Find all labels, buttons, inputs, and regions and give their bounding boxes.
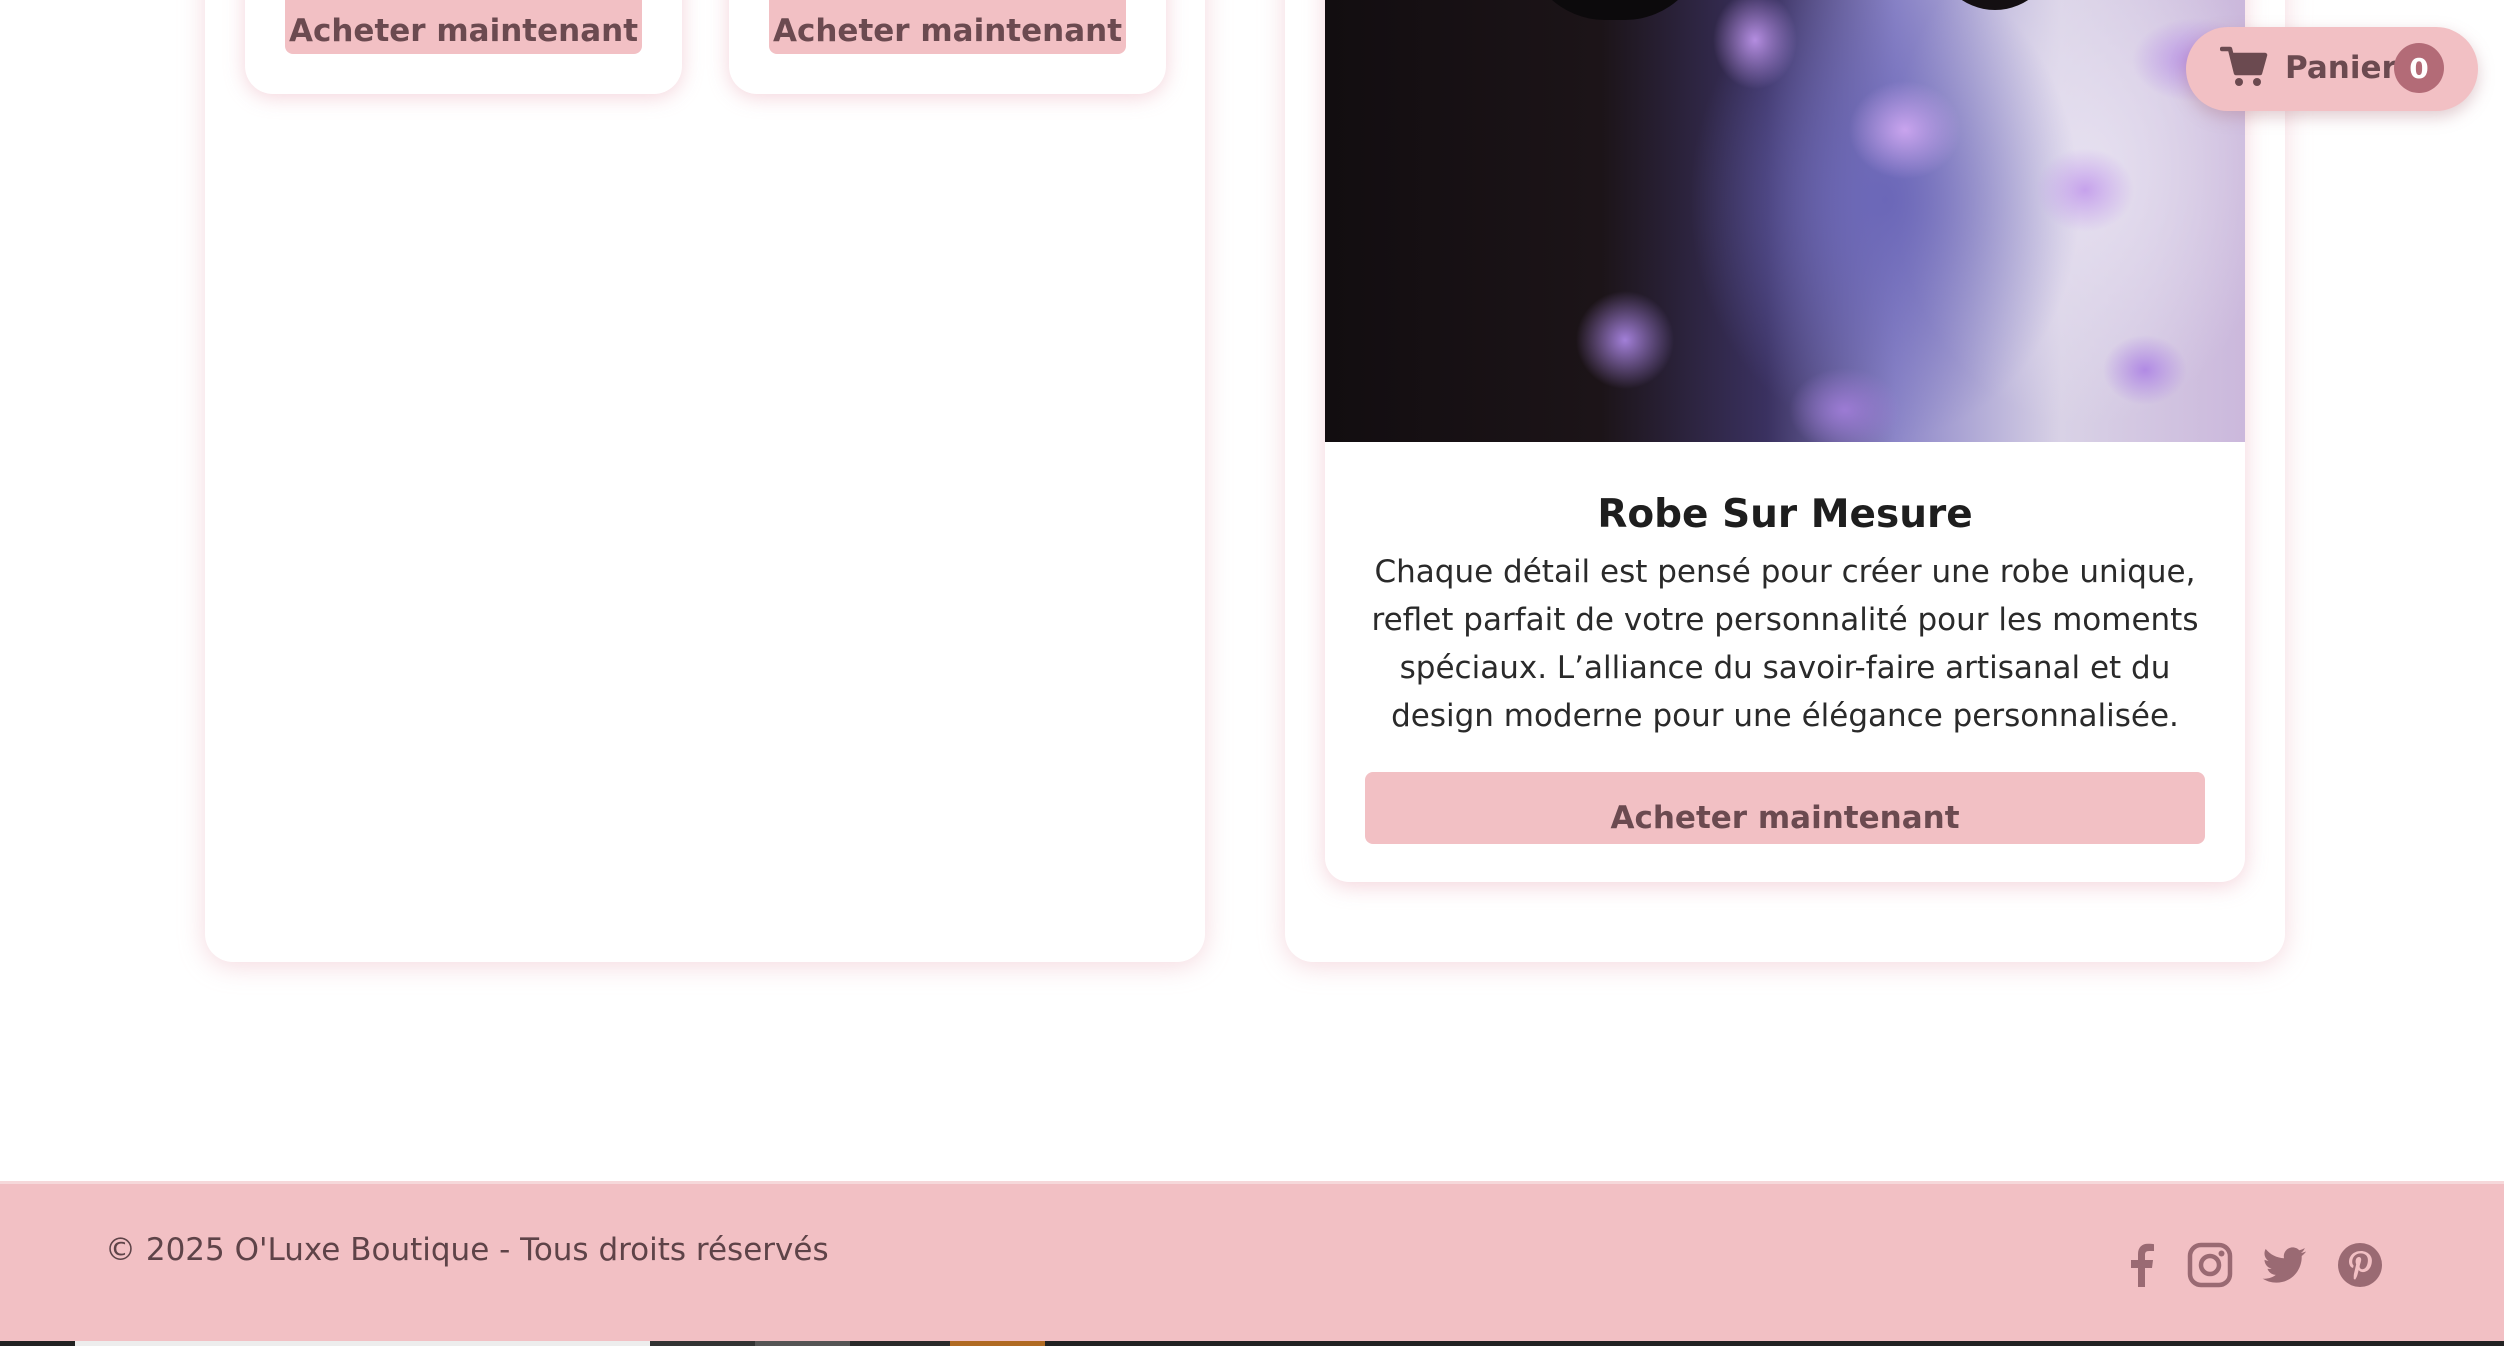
shopping-cart-icon [2219, 43, 2268, 91]
buy-now-button[interactable]: Acheter maintenant [1365, 772, 2205, 844]
cart-label: Panier [2285, 50, 2397, 86]
twitter-icon[interactable] [2258, 1239, 2310, 1291]
product-card: Acheter maintenant [729, 0, 1166, 94]
product-description: Chaque détail est pensé pour créer une r… [1371, 554, 2199, 734]
product-card: Acheter maintenant [245, 0, 682, 94]
product-card-featured: Robe Sur Mesure Chaque détail est pensé … [1325, 0, 2245, 882]
taskbar-strip [0, 1341, 2504, 1346]
product-image [1325, 0, 2245, 442]
buy-now-button[interactable]: Acheter maintenant [769, 0, 1126, 54]
copyright-text: © 2025 O'Luxe Boutique - Tous droits rés… [105, 1232, 829, 1268]
instagram-icon[interactable] [2184, 1239, 2236, 1291]
pinterest-icon[interactable] [2334, 1239, 2386, 1291]
cart-count-badge: 0 [2394, 43, 2444, 93]
product-section-left [205, 0, 1205, 962]
page: Acheter maintenant Acheter maintenant Ro… [0, 0, 2504, 1346]
buy-now-button[interactable]: Acheter maintenant [285, 0, 642, 54]
footer: © 2025 O'Luxe Boutique - Tous droits rés… [0, 1181, 2504, 1346]
product-title: Robe Sur Mesure [1597, 492, 1973, 537]
facebook-icon[interactable] [2116, 1239, 2168, 1291]
cart-button[interactable]: Panier 0 [2186, 27, 2478, 111]
